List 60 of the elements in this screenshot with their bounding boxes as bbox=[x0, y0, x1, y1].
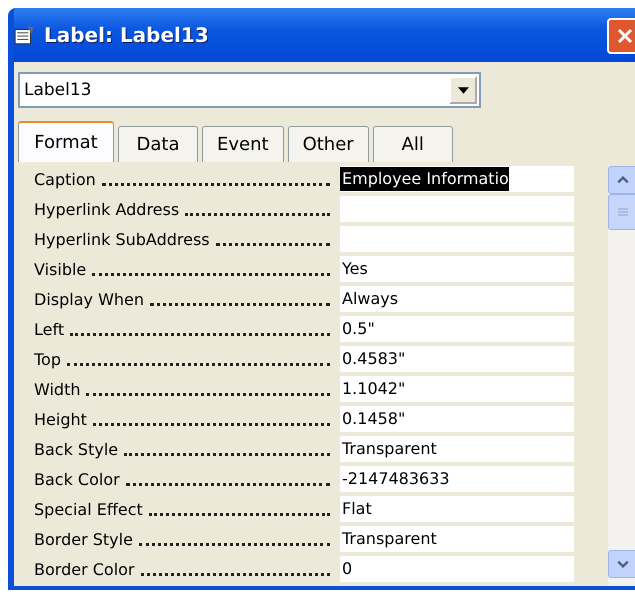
close-icon bbox=[615, 26, 635, 46]
property-value-field[interactable]: 1.1042" bbox=[340, 376, 574, 402]
object-dropdown[interactable]: Label13 bbox=[18, 72, 481, 108]
grip-icon bbox=[618, 208, 628, 216]
caret-down-icon bbox=[458, 86, 468, 94]
property-name: Back Color bbox=[34, 469, 120, 491]
chevron-down-icon bbox=[617, 560, 629, 568]
property-value: Transparent bbox=[341, 528, 437, 550]
property-name: Visible bbox=[34, 259, 86, 281]
property-name: Left bbox=[34, 319, 64, 341]
property-value-field[interactable]: Transparent bbox=[340, 436, 574, 462]
property-value-field[interactable]: Yes bbox=[340, 256, 574, 282]
property-value-field[interactable]: 0.5" bbox=[340, 316, 574, 342]
property-value-field[interactable]: 0.1458" bbox=[340, 406, 574, 432]
property-value-field[interactable]: Employee Informatio bbox=[340, 166, 574, 192]
property-value: 1.1042" bbox=[341, 378, 406, 400]
property-value-field[interactable]: 0.4583" bbox=[340, 346, 574, 372]
property-value: Always bbox=[341, 288, 398, 310]
property-name: Back Style bbox=[34, 439, 118, 461]
scroll-up-button[interactable] bbox=[608, 166, 635, 194]
property-value: Employee Informatio bbox=[340, 167, 509, 191]
property-name: Caption bbox=[34, 169, 96, 191]
property-value-field[interactable]: Transparent bbox=[340, 526, 574, 552]
property-value-field[interactable]: Flat bbox=[340, 496, 574, 522]
property-name: Special Effect bbox=[34, 499, 143, 521]
tab[interactable]: Event bbox=[202, 126, 284, 162]
property-value-field[interactable]: 0 bbox=[340, 556, 574, 582]
dropdown-button[interactable] bbox=[449, 76, 477, 104]
scroll-down-button[interactable] bbox=[608, 550, 635, 578]
property-name: Height bbox=[34, 409, 87, 431]
property-value: 0 bbox=[341, 558, 352, 580]
property-value: Yes bbox=[341, 258, 368, 280]
window-title: Label: Label13 bbox=[44, 23, 209, 47]
property-name: Top bbox=[34, 349, 61, 371]
property-name: Hyperlink Address bbox=[34, 199, 180, 221]
properties-icon bbox=[14, 24, 36, 46]
property-value-field[interactable] bbox=[340, 226, 574, 252]
property-value-field[interactable] bbox=[340, 196, 574, 222]
property-name: Border Style bbox=[34, 529, 133, 551]
property-name: Display When bbox=[34, 289, 144, 311]
property-name: Width bbox=[34, 379, 80, 401]
tab[interactable]: All bbox=[372, 126, 453, 162]
tab[interactable]: Data bbox=[118, 126, 198, 162]
property-value: 0.5" bbox=[341, 318, 375, 340]
scroll-thumb[interactable] bbox=[608, 194, 635, 230]
close-button[interactable] bbox=[607, 18, 635, 54]
property-value: Flat bbox=[341, 498, 372, 520]
property-name: Border Color bbox=[34, 559, 134, 581]
dropdown-value: Label13 bbox=[23, 80, 92, 100]
scrollbar[interactable] bbox=[608, 166, 635, 586]
property-value: 0.4583" bbox=[341, 348, 406, 370]
property-value: -2147483633 bbox=[341, 468, 450, 490]
property-value-field[interactable]: -2147483633 bbox=[340, 466, 574, 492]
property-name: Hyperlink SubAddress bbox=[34, 229, 210, 251]
tab[interactable]: Other bbox=[288, 126, 369, 162]
tab[interactable]: Format bbox=[18, 121, 114, 162]
property-value-field[interactable]: Always bbox=[340, 286, 574, 312]
property-value: Transparent bbox=[341, 438, 437, 460]
property-value: 0.1458" bbox=[341, 408, 406, 430]
chevron-up-icon bbox=[617, 176, 629, 184]
